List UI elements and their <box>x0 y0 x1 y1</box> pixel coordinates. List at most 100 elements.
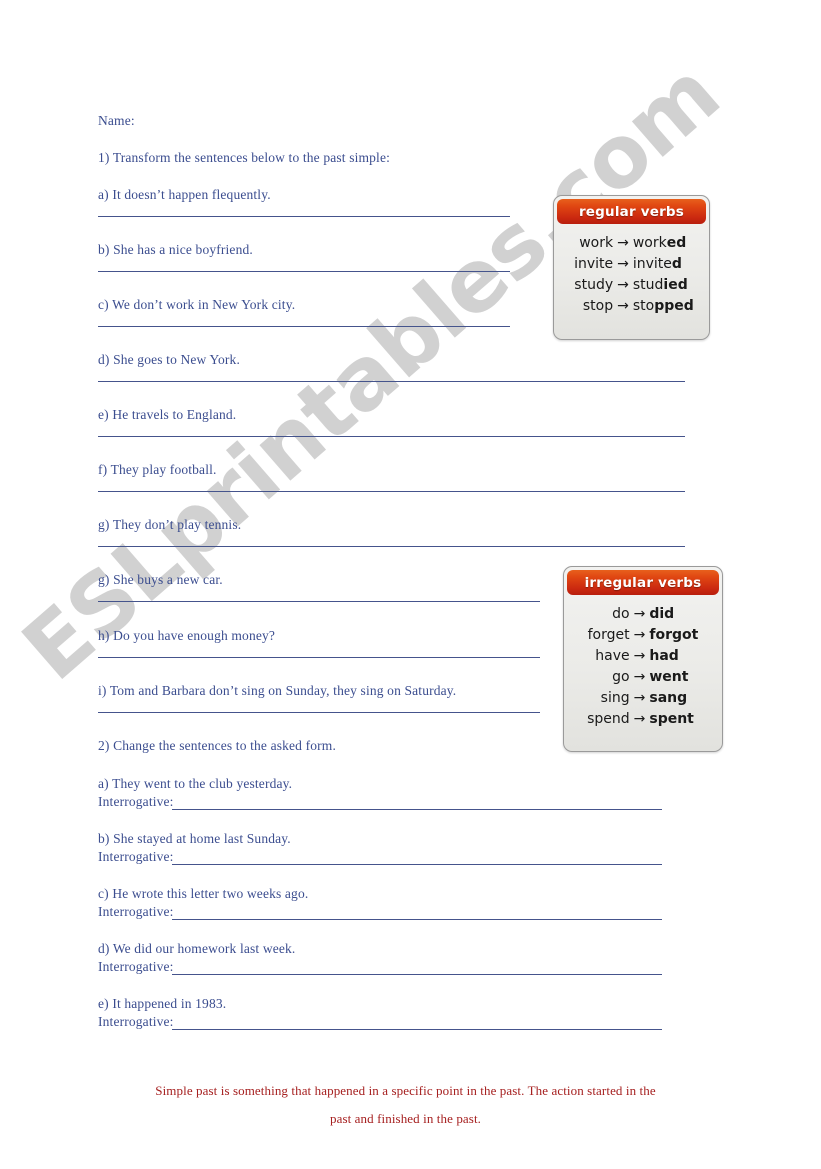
interrogative-label-b: Interrogative: <box>98 849 174 864</box>
section2-instruction: 2) Change the sentences to the asked for… <box>98 738 336 753</box>
verb-base: stop <box>582 298 614 314</box>
verb-row: stop → stopped <box>564 296 699 317</box>
verb-base: work <box>579 235 614 251</box>
verb-past-stem: invite <box>632 256 672 272</box>
verb-past: went <box>649 669 689 685</box>
section2-answer-b: Interrogative: <box>98 848 174 866</box>
answer-rule-2c[interactable] <box>172 919 662 920</box>
verb-row: do → did <box>574 604 712 625</box>
verb-past-stem: sto <box>632 298 655 314</box>
answer-rule-2b[interactable] <box>172 864 662 865</box>
section2-item-d: d) We did our homework last week. <box>98 941 296 956</box>
verb-base: go <box>612 669 630 685</box>
answer-rule-1d[interactable] <box>98 381 685 382</box>
arrow-icon: → <box>633 648 646 664</box>
arrow-icon: → <box>617 298 629 314</box>
section2-item-e: e) It happened in 1983. <box>98 996 227 1011</box>
answer-rule-1b[interactable] <box>98 271 510 272</box>
section2-answer-d: Interrogative: <box>98 958 174 976</box>
verb-past-suffix: d <box>671 256 682 272</box>
answer-rule-1c[interactable] <box>98 326 510 327</box>
verb-past-stem: stud <box>632 277 664 293</box>
section2-item-a: a) They went to the club yesterday. <box>98 776 293 791</box>
verb-row: have → had <box>574 646 712 667</box>
regular-verbs-list: work → worked invite → invited study → s… <box>554 224 709 326</box>
verb-past-suffix: pped <box>654 298 694 314</box>
arrow-icon: → <box>633 690 646 706</box>
verb-past: had <box>649 648 679 664</box>
answer-rule-2d[interactable] <box>172 974 662 975</box>
verb-row: spend → spent <box>574 709 712 730</box>
irregular-verbs-box: irregular verbs do → did forget → forgot… <box>563 566 723 752</box>
verb-row: invite → invited <box>564 254 699 275</box>
answer-rule-1h[interactable] <box>98 657 540 658</box>
verb-past: worked <box>633 233 699 254</box>
irregular-verbs-list: do → did forget → forgot have → had go →… <box>564 595 722 739</box>
verb-past: did <box>649 606 675 622</box>
section1-item-g1: g) They don’t play tennis. <box>98 517 242 532</box>
verb-base: invite <box>574 256 614 272</box>
section1-item-a: a) It doesn’t happen flequently. <box>98 187 271 202</box>
answer-rule-1i[interactable] <box>98 712 540 713</box>
section2-answer-a: Interrogative: <box>98 793 174 811</box>
verb-past-suffix: ed <box>666 235 687 251</box>
interrogative-label-e: Interrogative: <box>98 1014 174 1029</box>
verb-row: forget → forgot <box>574 625 712 646</box>
verb-base: forget <box>587 627 630 643</box>
interrogative-label-a: Interrogative: <box>98 794 174 809</box>
verb-past: sang <box>649 690 688 706</box>
arrow-icon: → <box>617 256 629 272</box>
verb-base: do <box>612 606 630 622</box>
section2-answer-e: Interrogative: <box>98 1013 174 1031</box>
section1-item-g2: g) She buys a new car. <box>98 572 223 587</box>
verb-past: forgot <box>649 627 699 643</box>
regular-verbs-box: regular verbs work → worked invite → inv… <box>553 195 710 340</box>
regular-verbs-title: regular verbs <box>557 199 706 224</box>
section1-item-d: d) She goes to New York. <box>98 352 240 367</box>
verb-row: sing → sang <box>574 688 712 709</box>
footer-note: Simple past is something that happened i… <box>98 1077 713 1133</box>
arrow-icon: → <box>633 627 646 643</box>
verb-past-stem: work <box>632 235 667 251</box>
verb-past: spent <box>649 711 694 727</box>
footer-note-line1: Simple past is something that happened i… <box>155 1083 656 1098</box>
arrow-icon: → <box>633 711 646 727</box>
verb-base: have <box>595 648 630 664</box>
answer-rule-1f[interactable] <box>98 491 685 492</box>
section1-item-i: i) Tom and Barbara don’t sing on Sunday,… <box>98 683 457 698</box>
answer-rule-1a[interactable] <box>98 216 510 217</box>
section1-item-h: h) Do you have enough money? <box>98 628 276 643</box>
verb-base: spend <box>587 711 630 727</box>
answer-rule-1g2[interactable] <box>98 601 540 602</box>
verb-past: invited <box>633 254 699 275</box>
section1-item-e: e) He travels to England. <box>98 407 237 422</box>
answer-rule-2a[interactable] <box>172 809 662 810</box>
arrow-icon: → <box>617 235 629 251</box>
verb-row: go → went <box>574 667 712 688</box>
section2-answer-c: Interrogative: <box>98 903 174 921</box>
section1-item-b: b) She has a nice boyfriend. <box>98 242 253 257</box>
answer-rule-1g1[interactable] <box>98 546 685 547</box>
verb-past-suffix: ied <box>663 277 688 293</box>
arrow-icon: → <box>617 277 629 293</box>
answer-rule-2e[interactable] <box>172 1029 662 1030</box>
verb-past: stopped <box>633 296 699 317</box>
section2-item-c: c) He wrote this letter two weeks ago. <box>98 886 309 901</box>
section1-item-c: c) We don’t work in New York city. <box>98 297 296 312</box>
irregular-verbs-title: irregular verbs <box>567 570 719 595</box>
verb-row: work → worked <box>564 233 699 254</box>
worksheet-page: Name: 1) Transform the sentences below t… <box>0 0 821 1169</box>
section2-item-b: b) She stayed at home last Sunday. <box>98 831 291 846</box>
name-label: Name: <box>98 113 135 128</box>
section1-instruction: 1) Transform the sentences below to the … <box>98 150 391 165</box>
verb-past: studied <box>633 275 699 296</box>
verb-row: study → studied <box>564 275 699 296</box>
verb-base: sing <box>600 690 630 706</box>
arrow-icon: → <box>633 669 646 685</box>
answer-rule-1e[interactable] <box>98 436 685 437</box>
interrogative-label-c: Interrogative: <box>98 904 174 919</box>
arrow-icon: → <box>633 606 646 622</box>
interrogative-label-d: Interrogative: <box>98 959 174 974</box>
verb-base: study <box>574 277 614 293</box>
footer-note-line2: past and finished in the past. <box>329 1111 482 1126</box>
